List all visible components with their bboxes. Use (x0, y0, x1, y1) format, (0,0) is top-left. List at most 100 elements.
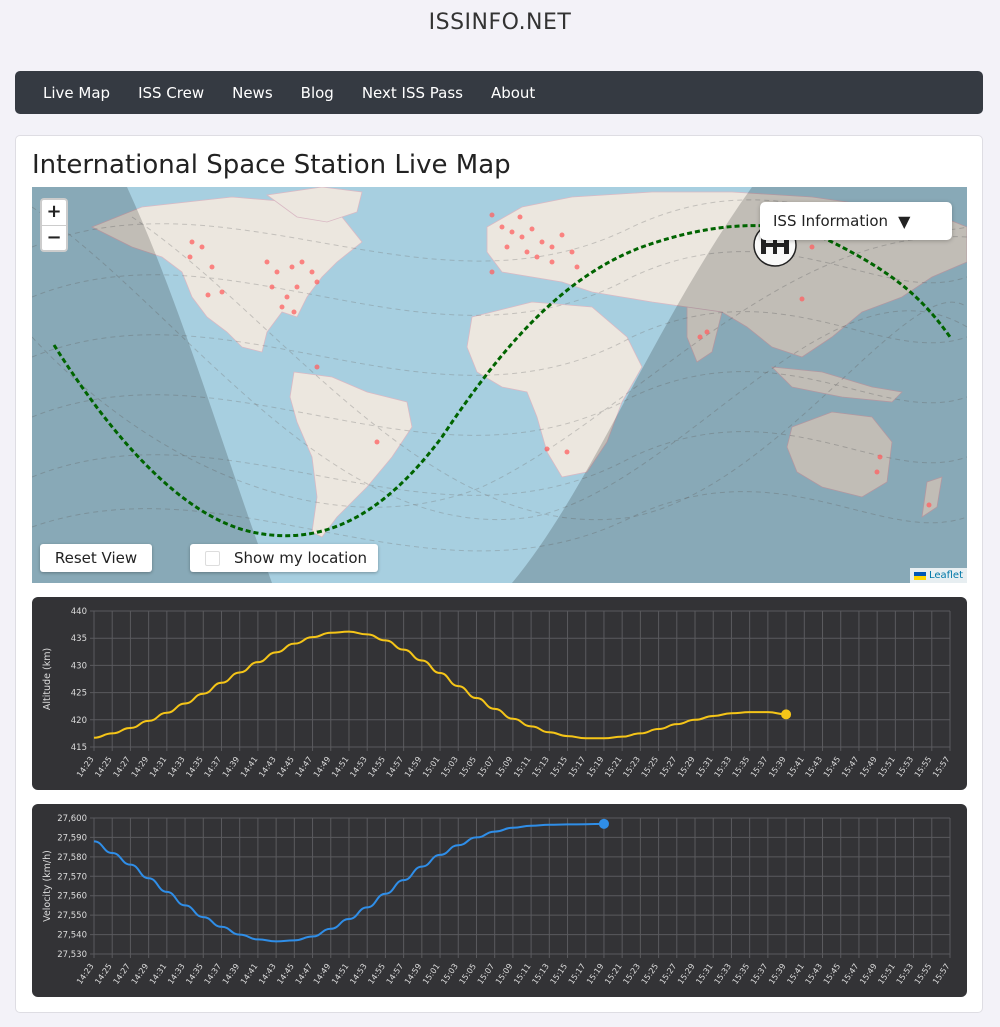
x-tick-label: 14:49 (312, 755, 333, 779)
x-tick-label: 14:25 (93, 755, 114, 779)
x-tick-label: 14:29 (130, 962, 151, 986)
south-america (289, 371, 413, 538)
x-tick-label: 15:25 (640, 755, 661, 779)
zoom-out-button[interactable]: − (42, 226, 66, 251)
x-tick-label: 15:23 (621, 755, 642, 779)
x-tick-label: 14:33 (166, 755, 187, 779)
nav-blog[interactable]: Blog (301, 84, 334, 102)
x-tick-label: 15:33 (712, 755, 733, 779)
x-tick-label: 14:31 (148, 755, 169, 779)
x-tick-label: 15:57 (931, 962, 952, 986)
x-tick-label: 15:09 (494, 755, 515, 779)
zoom-in-button[interactable]: + (42, 200, 66, 226)
content-card: International Space Station Live Map + −… (15, 135, 983, 1013)
x-tick-label: 14:39 (221, 755, 242, 779)
y-tick-label: 415 (71, 743, 87, 753)
y-tick-label: 27,590 (57, 833, 87, 843)
zoom-control: + − (40, 198, 68, 252)
x-tick-label: 15:11 (512, 755, 533, 779)
x-tick-label: 15:53 (895, 962, 916, 986)
x-tick-label: 15:15 (549, 755, 570, 779)
y-axis-label: Altitude (km) (42, 648, 53, 710)
x-tick-label: 14:43 (257, 962, 278, 986)
x-tick-label: 15:49 (858, 962, 879, 986)
nav-news[interactable]: News (232, 84, 273, 102)
iss-information-toggle[interactable]: ISS Information ▼ (760, 202, 952, 240)
nav-live-map[interactable]: Live Map (43, 84, 110, 102)
x-tick-label: 14:55 (366, 755, 387, 779)
altitude-chart-svg: 14:2314:2514:2714:2914:3114:3314:3514:37… (42, 607, 952, 779)
x-tick-label: 15:49 (858, 755, 879, 779)
x-tick-label: 15:27 (658, 962, 679, 986)
x-tick-label: 14:59 (403, 755, 424, 779)
x-tick-label: 14:47 (294, 755, 315, 779)
x-tick-label: 15:07 (476, 755, 497, 779)
x-tick-label: 15:21 (603, 755, 624, 779)
nav-iss-crew[interactable]: ISS Crew (138, 84, 204, 102)
x-tick-label: 15:35 (731, 962, 752, 986)
x-tick-label: 14:41 (239, 755, 260, 779)
chart-grid (90, 610, 951, 751)
x-tick-label: 14:53 (348, 755, 369, 779)
site-title: ISSINFO.NET (428, 10, 572, 35)
x-tick-label: 15:37 (749, 755, 770, 779)
map-attribution: Leaflet (909, 568, 967, 583)
x-tick-label: 15:37 (749, 962, 770, 986)
show-location-control[interactable]: Show my location (190, 544, 378, 572)
x-tick-label: 14:23 (75, 962, 96, 986)
x-tick-label: 15:45 (822, 755, 843, 779)
y-axis-label: Velocity (km/h) (42, 850, 53, 922)
y-tick-label: 27,540 (57, 931, 87, 941)
x-tick-label: 14:47 (294, 962, 315, 986)
x-tick-label: 15:43 (804, 962, 825, 986)
nav-about[interactable]: About (491, 84, 535, 102)
x-tick-label: 15:07 (476, 962, 497, 986)
x-tick-label: 14:31 (148, 962, 169, 986)
map-canvas (32, 187, 967, 583)
x-tick-label: 14:33 (166, 962, 187, 986)
x-tick-label: 15:31 (694, 962, 715, 986)
live-map[interactable]: + − ISS Information ▼ Reset View Show my… (32, 187, 967, 583)
chart-grid (90, 817, 951, 958)
x-tick-label: 15:51 (876, 962, 897, 986)
x-tick-label: 15:01 (421, 755, 442, 779)
x-tick-label: 15:45 (822, 962, 843, 986)
x-tick-label: 14:45 (275, 962, 296, 986)
x-tick-label: 14:43 (257, 755, 278, 779)
show-location-label: Show my location (234, 549, 368, 567)
altitude-chart: 14:23 14:25 14:27 14:29 14:31 14:33 14:35 14:37… (32, 597, 967, 790)
x-tick-label: 15:47 (840, 755, 861, 779)
x-tick-label: 15:55 (913, 755, 934, 779)
x-tick-label: 15:03 (439, 755, 460, 779)
x-tick-label: 14:49 (312, 962, 333, 986)
leaflet-link[interactable]: Leaflet (929, 568, 963, 583)
ukraine-flag-icon (913, 571, 926, 580)
y-tick-label: 27,550 (57, 911, 87, 921)
x-tick-label: 15:41 (785, 755, 806, 779)
x-tick-label: 15:33 (712, 962, 733, 986)
x-tick-label: 15:09 (494, 962, 515, 986)
x-tick-label: 15:19 (585, 962, 606, 986)
x-tick-label: 15:13 (530, 962, 551, 986)
x-tick-label: 15:21 (603, 962, 624, 986)
x-tick-label: 14:45 (275, 755, 296, 779)
y-tick-label: 440 (71, 607, 87, 617)
current-value-point (781, 709, 792, 720)
page-title: International Space Station Live Map (32, 150, 511, 180)
reset-view-button[interactable]: Reset View (40, 544, 152, 572)
nav-next-iss-pass[interactable]: Next ISS Pass (362, 84, 463, 102)
x-tick-label: 15:29 (676, 962, 697, 986)
x-tick-label: 15:01 (421, 962, 442, 986)
x-tick-label: 14:51 (330, 755, 351, 779)
x-tick-label: 15:17 (567, 962, 588, 986)
show-location-checkbox[interactable] (205, 550, 220, 566)
x-tick-label: 15:17 (567, 755, 588, 779)
x-tick-label: 14:35 (184, 962, 205, 986)
x-tick-label: 15:57 (931, 755, 952, 779)
chevron-down-icon: ▼ (898, 211, 911, 231)
y-tick-label: 425 (71, 689, 87, 699)
x-tick-label: 14:27 (111, 755, 132, 779)
x-tick-label: 14:29 (130, 755, 151, 779)
x-tick-label: 14:37 (203, 962, 224, 986)
y-tick-label: 27,530 (57, 950, 87, 960)
